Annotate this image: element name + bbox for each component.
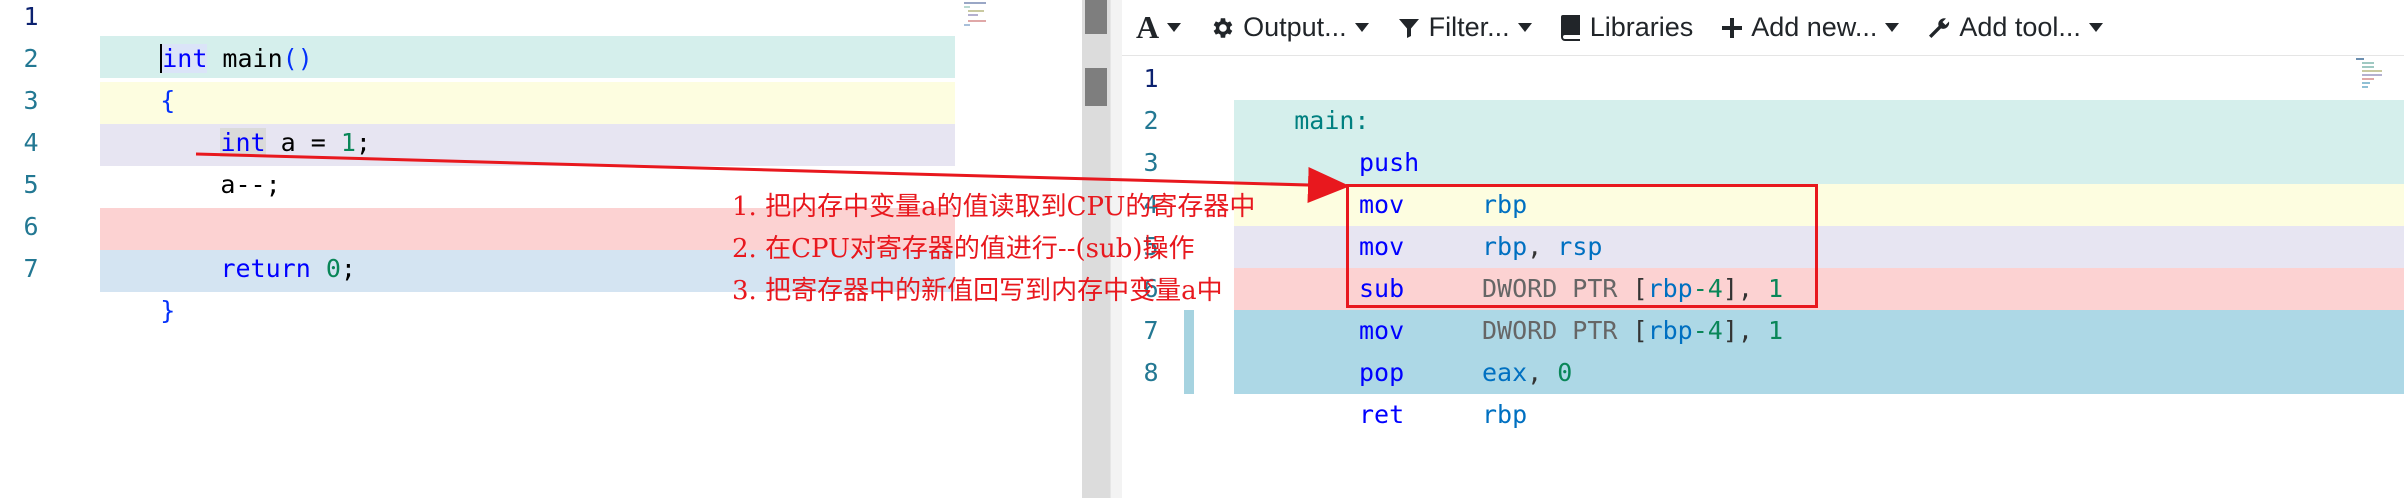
asm-operands: rbp [1482, 394, 1527, 436]
asm-line-2[interactable]: push rbp [1234, 100, 2404, 219]
output-label: Output... [1243, 12, 1347, 42]
annotation-note-3: 3. 把寄存器中的新值回写到内存中变量a中 [732, 276, 1223, 306]
chevron-down-icon [1517, 23, 1532, 32]
line-number: 1 [23, 2, 39, 31]
gear-icon [1213, 17, 1233, 38]
asm-line-number: 8 [1143, 358, 1159, 387]
filter-icon [1398, 18, 1419, 38]
font-icon: A [1136, 9, 1160, 45]
minimap[interactable] [960, 0, 1080, 30]
asm-opcode: ret [1359, 400, 1405, 429]
line-number: 4 [23, 128, 39, 157]
asm-register: rbp [1482, 400, 1528, 429]
line-number: 7 [23, 254, 39, 283]
asm-line-number: 7 [1143, 316, 1159, 345]
line-number: 2 [23, 44, 39, 73]
asm-line-7[interactable]: pop rbp [1234, 310, 2404, 429]
asm-line-1[interactable]: main: [1234, 58, 2404, 135]
font-size-button[interactable]: A [1136, 8, 1182, 48]
asm-line-number: 3 [1143, 148, 1159, 177]
code-line-1[interactable]: int main() [100, 0, 955, 73]
add-tool-dropdown[interactable]: Add tool... [1927, 8, 2103, 48]
code-line-2[interactable]: { [100, 38, 955, 115]
chevron-down-icon [1167, 23, 1182, 32]
gutter-marker [1184, 310, 1194, 394]
asm-line-4[interactable]: mov DWORD PTR [rbp-4], 1 [1234, 184, 2404, 303]
add-new-dropdown[interactable]: Add new... [1721, 8, 1900, 48]
add-new-label: Add new... [1751, 12, 1878, 42]
line-number: 5 [23, 170, 39, 199]
chevron-down-icon [1885, 23, 1900, 32]
annotation-note-1: 1. 把内存中变量a的值读取到CPU的寄存器中 [732, 192, 1256, 222]
minimap[interactable] [2354, 56, 2394, 96]
asm-line-3[interactable]: mov rbp, rsp [1234, 142, 2404, 261]
chevron-down-icon [1354, 23, 1369, 32]
asm-line-6[interactable]: mov eax, 0 [1234, 268, 2404, 387]
libraries-button[interactable]: Libraries [1560, 8, 1694, 48]
line-number: 3 [23, 86, 39, 115]
filter-label: Filter... [1428, 12, 1510, 42]
scrollbar-thumb[interactable] [1085, 68, 1107, 106]
output-dropdown[interactable]: Output... [1209, 8, 1369, 48]
code-token: } [160, 296, 176, 325]
plus-icon [1722, 17, 1743, 38]
compiler-output-pane: A Output... Filter... Libraries Add new.… [1122, 0, 2404, 498]
asm-line-number: 2 [1143, 106, 1159, 135]
line-number: 6 [23, 212, 39, 241]
asm-line-number: 1 [1143, 64, 1159, 93]
scrollbar-thumb[interactable] [1085, 0, 1107, 34]
code-line-4[interactable]: a--; [100, 122, 955, 199]
wrench-icon [1929, 17, 1950, 38]
libraries-label: Libraries [1589, 12, 1694, 42]
add-tool-label: Add tool... [1959, 12, 2081, 42]
filter-dropdown[interactable]: Filter... [1397, 8, 1532, 48]
code-line-3[interactable]: int a = 1; [100, 80, 955, 157]
compiler-toolbar: A Output... Filter... Libraries Add new.… [1122, 0, 2404, 56]
book-icon [1560, 14, 1580, 41]
annotation-note-2: 2. 在CPU对寄存器的值进行--(sub)操作 [732, 234, 1195, 264]
asm-line-5[interactable]: sub DWORD PTR [rbp-4], 1 [1234, 226, 2404, 345]
chevron-down-icon [2088, 23, 2103, 32]
asm-line-8[interactable]: ret [1234, 352, 2404, 429]
